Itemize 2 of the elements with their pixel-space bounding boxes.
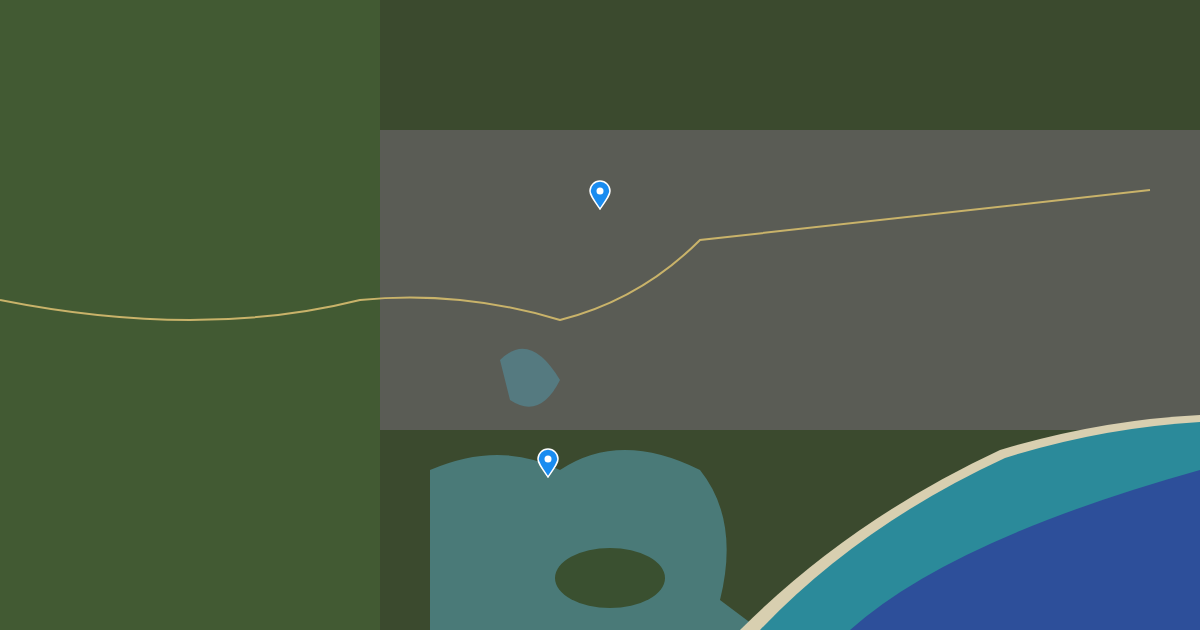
map-pin-icon[interactable]: [537, 448, 559, 478]
map-pin-icon[interactable]: [589, 180, 611, 210]
